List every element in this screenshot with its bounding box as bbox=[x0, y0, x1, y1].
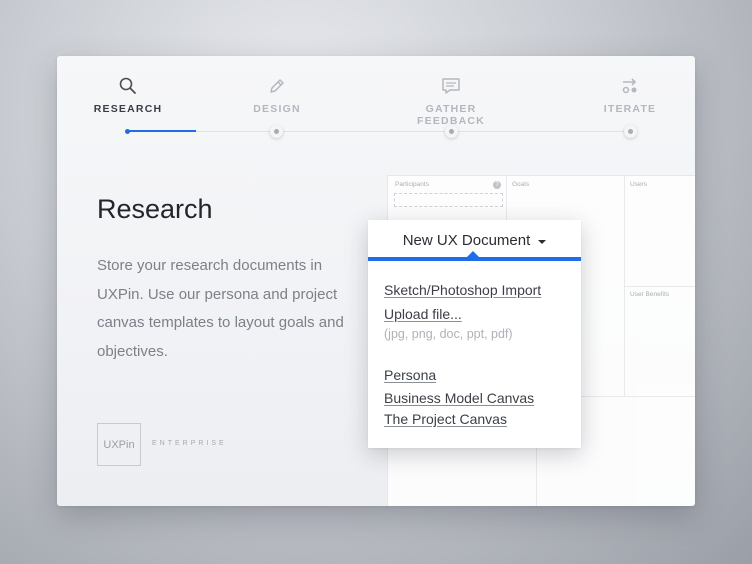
step-dot-gather-feedback[interactable] bbox=[445, 125, 458, 138]
participants-dropzone bbox=[394, 193, 503, 207]
research-card: RESEARCH DESIGN GATHER FEEDBACK ITERATE … bbox=[57, 56, 695, 506]
step-label: ITERATE bbox=[603, 103, 657, 115]
canvas-label-users: Users bbox=[630, 181, 647, 188]
page-title: Research bbox=[97, 194, 213, 224]
step-dot-design[interactable] bbox=[270, 125, 283, 138]
persona-link[interactable]: Persona bbox=[384, 367, 436, 383]
iterate-icon bbox=[622, 78, 637, 94]
dropdown-title: New UX Document bbox=[402, 232, 531, 249]
new-document-dropdown: New UX Document Sketch/Photoshop Import … bbox=[368, 220, 581, 448]
search-icon bbox=[119, 77, 136, 94]
help-icon: ? bbox=[493, 181, 501, 189]
project-canvas-link[interactable]: The Project Canvas bbox=[384, 411, 507, 427]
step-label: GATHER FEEDBACK bbox=[417, 103, 485, 127]
logo-text: UXPin bbox=[103, 438, 135, 451]
progress-fill bbox=[128, 130, 196, 132]
comment-icon bbox=[442, 78, 460, 94]
description: Store your research documents in UXPin. … bbox=[97, 257, 344, 360]
sketch-photoshop-import-link[interactable]: Sketch/Photoshop Import bbox=[384, 282, 541, 298]
business-model-canvas-link[interactable]: Business Model Canvas bbox=[384, 390, 534, 406]
dropdown-accent-bar bbox=[368, 257, 581, 261]
uxpin-logo: UXPin bbox=[97, 423, 141, 466]
step-dot-iterate[interactable] bbox=[624, 125, 637, 138]
upload-file-link[interactable]: Upload file... bbox=[384, 306, 462, 322]
enterprise-label: ENTERPRISE bbox=[152, 440, 227, 447]
file-types-hint: (jpg, png, doc, ppt, pdf) bbox=[384, 327, 513, 341]
canvas-label-participants: Participants bbox=[395, 181, 429, 188]
step-dot-research[interactable] bbox=[121, 125, 134, 138]
step-label: RESEARCH bbox=[93, 103, 163, 115]
progress-track bbox=[128, 131, 631, 132]
canvas-label-user-benefits: User Benefits bbox=[630, 291, 670, 298]
canvas-label-goals: Goals bbox=[512, 181, 529, 188]
caret-down-icon bbox=[538, 239, 547, 244]
step-label: DESIGN bbox=[253, 103, 301, 115]
pencil-icon bbox=[270, 79, 284, 93]
